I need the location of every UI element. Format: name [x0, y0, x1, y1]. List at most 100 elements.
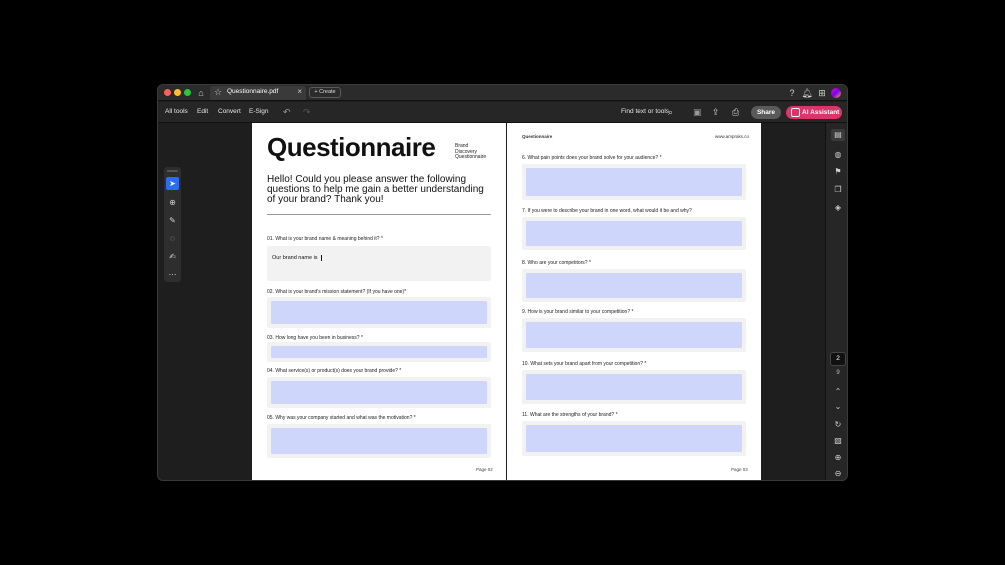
menu-all-tools[interactable]: All tools	[165, 108, 188, 115]
bell-icon[interactable]: 🔔︎	[801, 87, 813, 99]
question-label: 02. What is your brand's mission stateme…	[267, 289, 407, 295]
zoom-out-icon[interactable]: ⊖	[831, 468, 845, 480]
answer-fill	[526, 322, 742, 348]
answer-fill	[271, 301, 487, 324]
find-text-or-tools[interactable]: Find text or tools	[621, 108, 669, 115]
ai-assistant-label: AI Assistant	[802, 109, 840, 116]
main-toolbar: All tools Edit Convert E-Sign ↶ ↷ Find t…	[158, 102, 847, 123]
question-label: 7. If you were to describe your brand in…	[522, 208, 692, 214]
answer-fill	[526, 273, 742, 298]
edit-pdf-icon[interactable]: ▤	[831, 129, 845, 141]
page-title: Questionnaire	[267, 132, 436, 162]
right-rail: ▤ ◍ ⚑ ❐ ◈ 2 9 ⌃ ⌄ ↻ ▧ ⊕ ⊖	[825, 123, 847, 480]
answer-text: Our brand name is	[272, 255, 318, 261]
page-3: Questionnaire www.ampraks.co 6. What pai…	[507, 123, 761, 480]
print-icon[interactable]: ⎙	[732, 107, 739, 117]
ai-assistant-button[interactable]: AI Assistant	[786, 106, 842, 119]
answer-field[interactable]	[267, 424, 491, 458]
fill-sign-icon[interactable]: ✍	[166, 250, 179, 263]
answer-field[interactable]: Our brand name is	[267, 246, 491, 281]
zoom-tool-icon[interactable]: ⊕	[166, 196, 179, 209]
search-icon[interactable]: ⌕	[668, 107, 673, 117]
layers-icon[interactable]: ◈	[831, 202, 845, 214]
pages-icon[interactable]: ❐	[831, 184, 845, 196]
menu-convert[interactable]: Convert	[218, 108, 241, 115]
undo-icon[interactable]: ↶	[283, 107, 291, 117]
create-button[interactable]: + Create	[309, 87, 341, 98]
save-icon[interactable]: ▣	[693, 107, 702, 117]
acrobat-window: ⌂ ☆ Questionnaire.pdf × + Create ? 🔔︎ ⊞ …	[157, 84, 848, 481]
apps-grid-icon[interactable]: ⊞	[816, 87, 828, 99]
subtitle-line: Questionnaire	[455, 154, 487, 160]
star-icon[interactable]: ☆	[214, 87, 222, 98]
redo-icon[interactable]: ↷	[303, 107, 311, 117]
tab-title: Questionnaire.pdf	[227, 88, 279, 95]
total-pages: 9	[836, 370, 840, 376]
comment-icon[interactable]: ◌	[166, 232, 179, 245]
page-number: Page 02	[476, 467, 493, 472]
answer-field[interactable]	[522, 370, 746, 404]
question-label: 01. What is your brand name & meaning be…	[267, 236, 383, 242]
answer-fill	[526, 425, 742, 452]
close-window-button[interactable]	[164, 89, 171, 96]
chevron-down-icon[interactable]: ⌄	[831, 401, 845, 413]
question-label: 8. Who are your competitors? *	[522, 260, 591, 266]
answer-field[interactable]	[522, 421, 746, 456]
create-label: Create	[319, 89, 336, 95]
upload-icon[interactable]: ⇪	[712, 107, 720, 117]
page-fit-icon[interactable]: ▧	[831, 435, 845, 447]
answer-fill	[526, 374, 742, 400]
question-label: 11. What are the strengths of your brand…	[522, 412, 618, 418]
home-icon[interactable]: ⌂	[195, 87, 207, 99]
answer-field[interactable]	[267, 297, 491, 328]
pen-icon[interactable]: ✎	[166, 214, 179, 227]
drag-handle[interactable]	[167, 170, 178, 172]
answer-field[interactable]	[267, 342, 491, 362]
answer-fill	[271, 346, 487, 358]
question-label: 03. How long have you been in business? …	[267, 335, 363, 341]
answer-field[interactable]	[522, 217, 746, 250]
ai-assistant-icon	[791, 108, 800, 117]
subtitle: Brand Discovery Questionnaire	[455, 143, 495, 161]
title-bar: ⌂ ☆ Questionnaire.pdf × + Create ? 🔔︎ ⊞	[158, 85, 847, 101]
answer-field[interactable]	[522, 269, 746, 302]
quick-tools-bar: ➤ ⊕ ✎ ◌ ✍ ⋯	[164, 167, 181, 282]
answer-fill	[271, 381, 487, 404]
question-label: 9. How is your brand similar to your com…	[522, 309, 634, 315]
minimize-window-button[interactable]	[174, 89, 181, 96]
share-button[interactable]: Share	[751, 106, 781, 119]
bookmark-icon[interactable]: ⚑	[831, 166, 845, 178]
text-caret	[321, 255, 322, 261]
answer-fill	[526, 168, 742, 196]
answer-field[interactable]	[267, 377, 491, 408]
page-2: Questionnaire Brand Discovery Questionna…	[252, 123, 506, 480]
divider	[267, 214, 491, 215]
question-label: 04. What service(s) or product(s) does y…	[267, 368, 402, 374]
menu-edit[interactable]: Edit	[197, 108, 208, 115]
question-label: 05. Why was your company started and wha…	[267, 415, 416, 421]
tab-questionnaire[interactable]: ☆ Questionnaire.pdf ×	[210, 86, 306, 100]
chevron-up-icon[interactable]: ⌃	[831, 386, 845, 398]
more-icon[interactable]: ⋯	[166, 268, 179, 281]
page-number: Page 03	[731, 467, 748, 472]
help-icon[interactable]: ?	[786, 87, 798, 99]
intro-text: Hello! Could you please answer the follo…	[267, 174, 484, 205]
answer-field[interactable]	[522, 318, 746, 352]
document-viewport[interactable]: ➤ ⊕ ✎ ◌ ✍ ⋯ Questionnaire Brand Discover…	[158, 123, 824, 480]
refresh-icon[interactable]: ↻	[831, 419, 845, 431]
current-page-indicator[interactable]: 2	[830, 352, 846, 366]
question-label: 6. What pain points does your brand solv…	[522, 155, 662, 161]
comment-panel-icon[interactable]: ◍	[831, 149, 845, 161]
question-label: 10. What sets your brand apart from your…	[522, 361, 647, 367]
close-tab-icon[interactable]: ×	[297, 87, 302, 96]
avatar[interactable]	[831, 88, 841, 98]
select-cursor-icon[interactable]: ➤	[166, 177, 179, 190]
zoom-window-button[interactable]	[184, 89, 191, 96]
page-header-left: Questionnaire	[522, 134, 553, 139]
answer-fill	[271, 428, 487, 454]
page-header-right: www.ampraks.co	[715, 134, 750, 139]
menu-esign[interactable]: E-Sign	[249, 108, 269, 115]
answer-field[interactable]	[522, 164, 746, 200]
zoom-in-icon[interactable]: ⊕	[831, 452, 845, 464]
answer-fill	[526, 221, 742, 246]
